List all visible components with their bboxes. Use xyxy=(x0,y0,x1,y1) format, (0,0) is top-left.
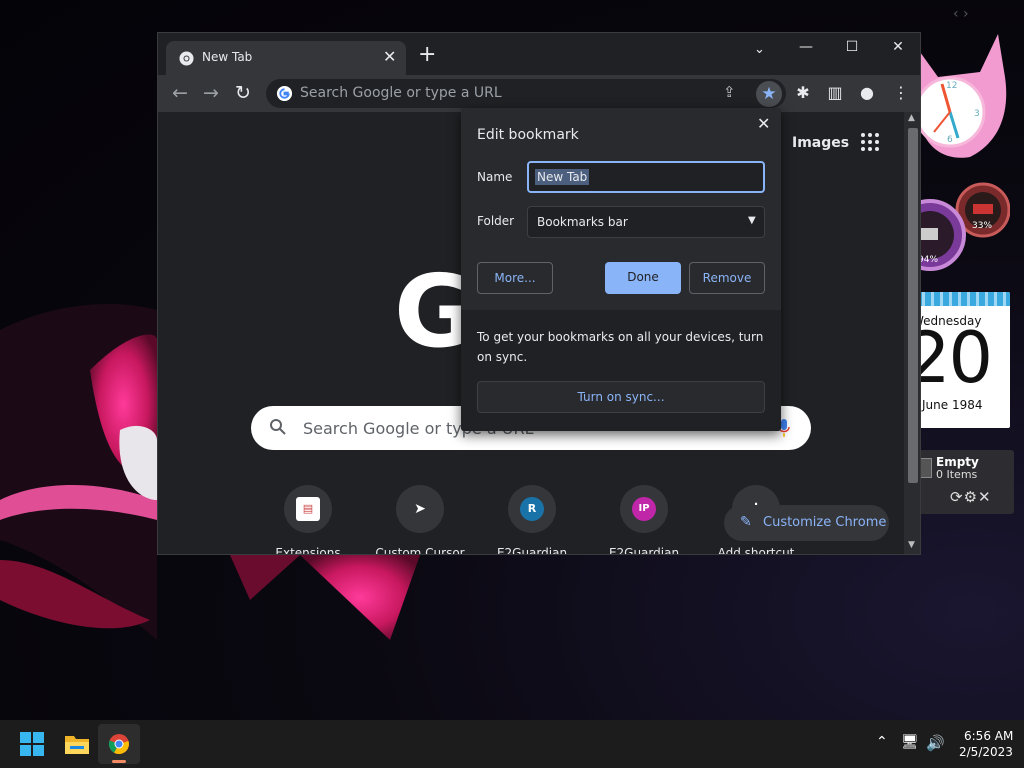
recycle-bin-gadget: Empty 0 Items ⟳⚙✕ xyxy=(916,450,1014,514)
name-label: Name xyxy=(477,170,513,184)
more-button[interactable]: More... xyxy=(477,262,553,294)
shortcut-icon-circle: R xyxy=(508,485,556,533)
scroll-up-arrow-icon[interactable]: ▲ xyxy=(908,113,915,123)
page-scrollbar[interactable]: ▲ ▼ xyxy=(904,112,920,554)
omnibox-placeholder: Search Google or type a URL xyxy=(300,85,502,101)
tab-close-icon[interactable]: ✕ xyxy=(383,47,396,66)
turn-on-sync-button[interactable]: Turn on sync... xyxy=(477,381,765,413)
images-link[interactable]: Images xyxy=(792,135,849,151)
tab-search-chevron-icon[interactable]: ⌄ xyxy=(754,42,765,57)
letter-ip-avatar-icon: IP xyxy=(632,497,656,521)
network-icon[interactable]: 🖥 xyxy=(901,734,919,750)
tab-title: New Tab xyxy=(202,50,253,64)
toolbar: ← → ↻ Search Google or type a URL ⇪ ★ ✱ … xyxy=(158,75,920,112)
sync-promo-text: To get your bookmarks on all your device… xyxy=(477,330,764,364)
desktop: ‹ › 12 3 6 33% 94% Wednesday 20 June 198… xyxy=(0,0,1024,720)
cpu-meter-value: 33% xyxy=(972,221,993,231)
extensions-shortcut-icon: ▤ xyxy=(296,497,320,521)
extensions-puzzle-icon[interactable]: ✱ xyxy=(792,83,814,102)
file-explorer-icon[interactable] xyxy=(64,732,90,756)
calendar-day: 20 xyxy=(916,317,993,399)
shortcut-label: Custom Cursor xyxy=(375,546,465,555)
forward-button[interactable]: → xyxy=(198,81,224,107)
bookmark-name-value: New Tab xyxy=(535,169,590,185)
search-icon xyxy=(270,419,286,435)
google-g-icon xyxy=(276,85,293,102)
bookmark-name-input[interactable]: New Tab xyxy=(527,161,765,193)
dialog-title: Edit bookmark xyxy=(477,127,579,143)
maximize-button[interactable]: ☐ xyxy=(829,33,875,61)
share-icon[interactable]: ⇪ xyxy=(723,83,736,101)
shortcut-label: E2Guardian xyxy=(608,546,680,555)
taskbar: ⌃ 🖥 🔊 6:56 AM 2/5/2023 xyxy=(0,720,1024,768)
recycle-bin-title: Empty xyxy=(936,455,979,469)
shortcut-label: Extensions xyxy=(275,546,341,555)
tray-overflow-chevron-icon[interactable]: ⌃ xyxy=(876,734,888,750)
calendar-gadget: Wednesday 20 June 1984 xyxy=(916,292,1010,428)
svg-text:12: 12 xyxy=(946,81,957,91)
omnibox[interactable]: Search Google or type a URL ⇪ ★ xyxy=(266,79,786,108)
customize-chrome-button[interactable]: ✎ Customize Chrome xyxy=(724,505,889,541)
svg-text:6: 6 xyxy=(947,135,953,145)
shortcut-tile[interactable]: R E2Guardian xyxy=(476,482,588,555)
sync-promo: To get your bookmarks on all your device… xyxy=(461,310,781,431)
clock-gadget: 12 3 6 xyxy=(914,34,1007,158)
volume-icon[interactable]: 🔊 xyxy=(926,734,945,752)
bookmark-folder-select[interactable]: Bookmarks bar ▼ xyxy=(527,206,765,238)
letter-r-avatar-icon: R xyxy=(520,497,544,521)
dialog-close-icon[interactable]: ✕ xyxy=(757,114,770,133)
side-panel-icon[interactable]: ▥ xyxy=(824,83,846,102)
chrome-window: New Tab ✕ + ⌄ — ☐ ✕ ← → ↻ Search Google … xyxy=(157,32,921,555)
gadget-nav-arrows[interactable]: ‹ › xyxy=(953,6,969,22)
calendar-month-year: June 1984 xyxy=(922,398,983,412)
shortcut-icon-circle: ➤ xyxy=(396,485,444,533)
windows-start-icon[interactable] xyxy=(20,732,44,756)
taskbar-time[interactable]: 6:56 AM xyxy=(964,729,1013,743)
shortcut-tile[interactable]: IP E2Guardian xyxy=(588,482,700,555)
shortcut-icon-circle: IP xyxy=(620,485,668,533)
chrome-menu-icon[interactable]: ⋮ xyxy=(890,83,912,102)
recycle-bin-count: 0 Items xyxy=(936,468,978,481)
cursor-shortcut-icon: ➤ xyxy=(414,501,426,517)
chrome-favicon-icon xyxy=(179,51,194,66)
chrome-icon xyxy=(108,734,129,755)
done-button[interactable]: Done xyxy=(605,262,681,294)
minimize-button[interactable]: — xyxy=(783,33,829,61)
back-button[interactable]: ← xyxy=(167,81,193,107)
trash-can-icon xyxy=(920,458,932,478)
profile-avatar-icon[interactable]: ● xyxy=(856,83,878,102)
bookmark-star-icon[interactable]: ★ xyxy=(756,81,782,107)
shortcut-icon-circle: ▤ xyxy=(284,485,332,533)
remove-button[interactable]: Remove xyxy=(689,262,765,294)
new-tab-button[interactable]: + xyxy=(418,44,436,66)
taskbar-date[interactable]: 2/5/2023 xyxy=(959,745,1013,759)
pencil-icon: ✎ xyxy=(740,514,752,530)
svg-text:3: 3 xyxy=(974,109,980,119)
ram-meter-value: 94% xyxy=(918,255,939,265)
customize-chrome-label: Customize Chrome xyxy=(763,515,887,530)
google-apps-grid-icon[interactable] xyxy=(860,132,880,152)
close-window-button[interactable]: ✕ xyxy=(875,33,920,61)
tab-strip: New Tab ✕ + ⌄ — ☐ ✕ xyxy=(158,33,920,75)
tab-new-tab[interactable]: New Tab ✕ xyxy=(166,41,406,75)
recycle-bin-actions[interactable]: ⟳⚙✕ xyxy=(950,488,992,506)
folder-select-value: Bookmarks bar xyxy=(537,215,628,229)
shortcut-label: E2Guardian xyxy=(496,546,568,555)
shortcut-label: Add shortcut xyxy=(717,546,795,555)
reload-button[interactable]: ↻ xyxy=(230,81,256,107)
calendar-spiral xyxy=(916,292,1010,306)
shortcut-tile[interactable]: ▤ Extensions xyxy=(252,482,364,555)
chrome-taskbar-button[interactable] xyxy=(98,724,140,764)
edit-bookmark-dialog: Edit bookmark ✕ Name New Tab Folder Book… xyxy=(461,108,781,431)
scroll-down-arrow-icon[interactable]: ▼ xyxy=(908,540,915,550)
dropdown-caret-icon: ▼ xyxy=(748,215,756,226)
active-app-indicator xyxy=(112,760,126,763)
shortcut-tile[interactable]: ➤ Custom Cursor xyxy=(364,482,476,555)
scrollbar-thumb[interactable] xyxy=(908,128,918,483)
folder-label: Folder xyxy=(477,214,515,228)
